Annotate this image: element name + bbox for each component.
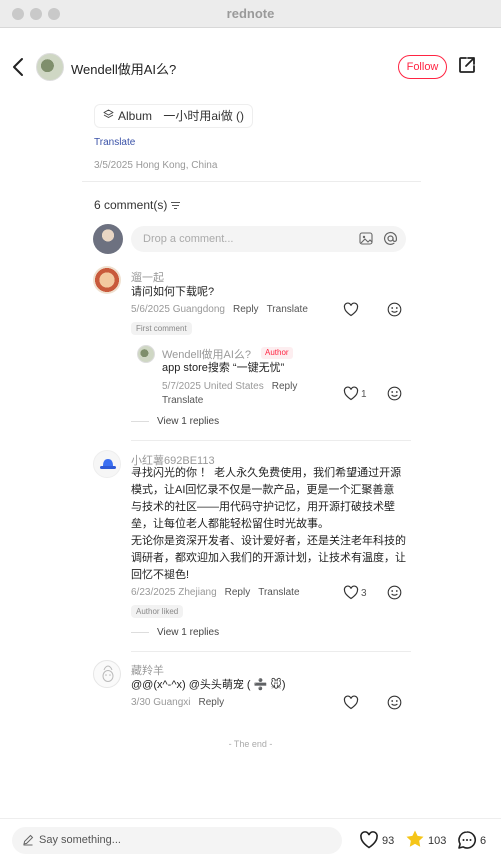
collect-count: 103	[428, 835, 447, 847]
layers-icon	[103, 105, 114, 127]
author-tag: Author	[261, 347, 293, 359]
comment-text-line: 寻找闪光的你 ！ 老人永久免费使用，我们希望通过开源	[131, 467, 402, 479]
comment-text: 寻找闪光的你 ！ 老人永久免费使用，我们希望通过开源 模式，让AI回忆录不仅是一…	[131, 465, 411, 584]
like-count: 93	[382, 835, 395, 847]
pencil-icon	[23, 834, 34, 846]
commenter-avatar[interactable]	[93, 266, 121, 294]
bottom-action-bar: Say something... 93 103 6	[0, 818, 501, 859]
comment-text-line: 无论你是资深开发者、设计爱好者，还是关注老年科技的	[131, 535, 406, 547]
commenter-name[interactable]: 藏羚羊	[131, 662, 164, 678]
album-name: 一小时用ai做 ()	[163, 109, 245, 123]
comment-text: @@(x^-^x) @头头萌宠 ( ➗ 🐭)	[131, 679, 286, 691]
comment-text: 请问如何下载呢?	[131, 286, 215, 298]
smile-icon[interactable]	[387, 695, 402, 710]
say-something-input[interactable]: Say something...	[12, 827, 342, 854]
post-date-location: 3/5/2025 Hong Kong, China	[94, 160, 218, 171]
filter-icon[interactable]	[171, 201, 181, 210]
at-icon[interactable]	[383, 231, 398, 246]
smile-icon[interactable]	[387, 585, 402, 600]
divider	[131, 651, 411, 652]
author-name[interactable]: Wendell做用AI么?	[71, 59, 176, 78]
reply-like-count: 1	[361, 389, 367, 400]
comment-text-line: 调研者，都欢迎加入我们的开源计划，让技术有温度，让	[131, 552, 406, 564]
smile-icon[interactable]	[387, 386, 402, 401]
comment-total: 6	[480, 835, 487, 847]
divider	[82, 181, 421, 182]
window-title: rednote	[226, 6, 275, 21]
view-replies-button[interactable]: View 1 replies	[131, 416, 219, 427]
end-of-comments-label: - The end -	[228, 739, 273, 749]
view-replies-button[interactable]: View 1 replies	[131, 627, 219, 638]
follow-button[interactable]: Follow	[398, 55, 447, 79]
comment-date-location: 3/30 Guangxi	[131, 697, 191, 708]
antelope-icon	[102, 665, 114, 682]
comment-input[interactable]: Drop a comment...	[131, 226, 406, 252]
reply-author-avatar[interactable]	[137, 345, 155, 363]
reply-text: app store搜索 “一键无忧”	[162, 362, 285, 374]
comment-input-placeholder: Drop a comment...	[143, 233, 234, 245]
bucket-hat-icon	[100, 459, 116, 469]
comment-meta: 5/6/2025 Guangdong Reply Translate	[131, 304, 308, 315]
comment-text-line: 垒，让每位老人都能轻松留住时光故事。	[131, 518, 329, 530]
current-user-avatar	[93, 224, 123, 254]
comment-date-location: 6/23/2025 Zhejiang	[131, 587, 217, 598]
author-avatar[interactable]	[36, 53, 64, 81]
album-chip[interactable]: Album 一小时用ai做 ()	[94, 104, 254, 128]
comment-count[interactable]: 6 comment(s)	[94, 198, 181, 212]
commenter-avatar[interactable]	[93, 450, 121, 478]
reply-translate-row: Translate	[162, 395, 203, 406]
smile-icon[interactable]	[387, 302, 402, 317]
say-something-placeholder: Say something...	[39, 834, 121, 846]
heart-icon[interactable]	[343, 695, 359, 710]
star-icon[interactable]	[405, 829, 425, 849]
heart-icon[interactable]	[343, 585, 359, 600]
reply-button[interactable]: Reply	[233, 304, 259, 315]
comment-like-count: 3	[361, 588, 367, 599]
reply-date-location: 5/7/2025 United States	[162, 381, 264, 392]
window-titlebar: rednote	[0, 0, 501, 28]
comment-text-line: 回忆不褪色!	[131, 569, 190, 581]
heart-icon[interactable]	[343, 302, 359, 317]
comment-meta: 6/23/2025 Zhejiang Reply Translate	[131, 587, 300, 598]
image-icon[interactable]	[359, 232, 373, 245]
comment-text-line: 与技术的社区——用代码守护记忆，用开源打破技术壁	[131, 501, 395, 513]
author-liked-tag: Author liked	[131, 605, 184, 618]
reply-button[interactable]: Reply	[225, 587, 251, 598]
back-arrow-icon[interactable]	[10, 56, 28, 78]
comment-meta: 3/30 Guangxi Reply	[131, 697, 224, 708]
translate-post-link[interactable]: Translate	[94, 137, 135, 148]
reply-button[interactable]: Reply	[272, 381, 298, 392]
comment-date-location: 5/6/2025 Guangdong	[131, 304, 225, 315]
comment-bubble-icon[interactable]	[457, 830, 477, 850]
translate-button[interactable]: Translate	[162, 395, 203, 406]
heart-icon[interactable]	[359, 830, 379, 850]
reply-button[interactable]: Reply	[199, 697, 225, 708]
share-icon[interactable]	[458, 56, 476, 74]
commenter-name[interactable]: 遛一起	[131, 269, 164, 285]
divider	[131, 440, 411, 441]
post-header: Wendell做用AI么? Follow	[0, 28, 501, 90]
translate-button[interactable]: Translate	[258, 587, 299, 598]
album-label: Album	[118, 109, 153, 123]
reply-meta: 5/7/2025 United States Reply	[162, 381, 297, 392]
heart-icon[interactable]	[343, 386, 359, 401]
comment-count-label: 6 comment(s)	[94, 198, 168, 212]
comment-text-line: 模式，让AI回忆录不仅是一款产品，更是一个汇聚善意	[131, 484, 395, 496]
first-comment-tag: First comment	[131, 322, 192, 335]
translate-button[interactable]: Translate	[267, 304, 308, 315]
commenter-avatar[interactable]	[93, 660, 121, 688]
